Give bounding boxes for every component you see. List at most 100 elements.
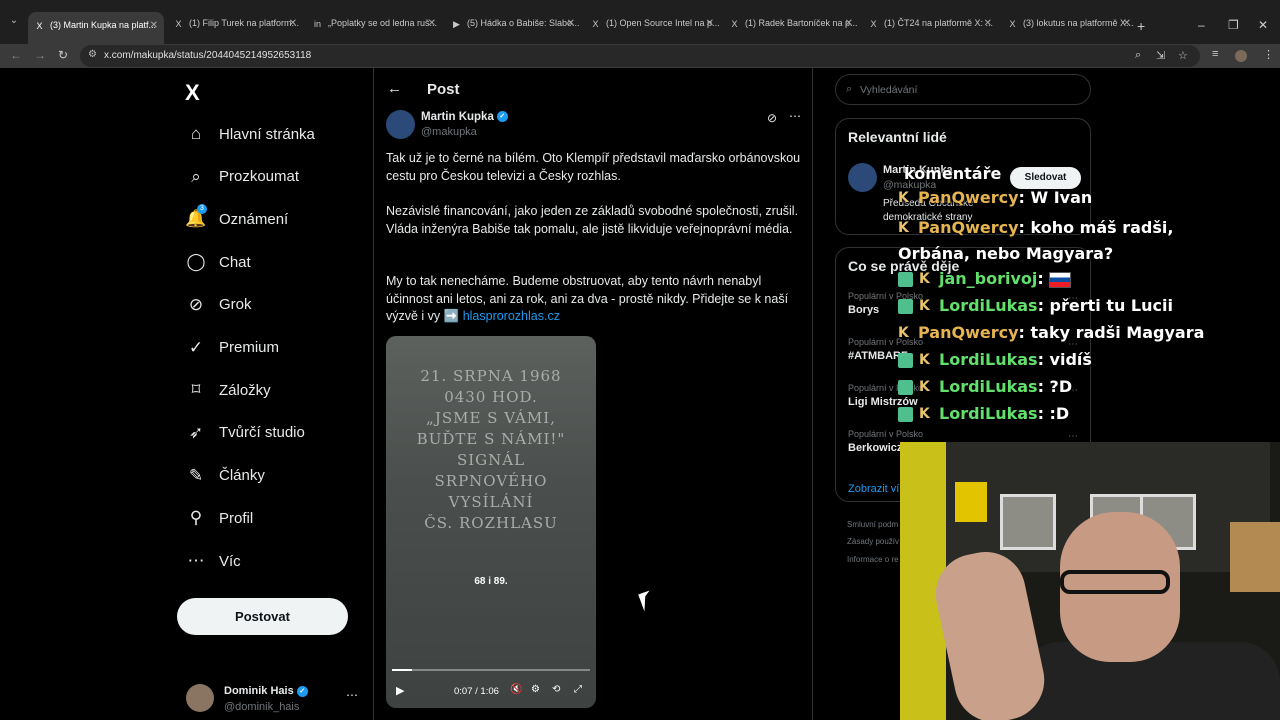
tab-search-icon[interactable]: ⌄ <box>6 15 22 31</box>
sidebar-item-label: Premium <box>219 339 280 356</box>
browser-tab[interactable]: X (1) Open Source Intel na p... ✕ <box>584 14 720 40</box>
rocket-icon-glyph: ➶ <box>188 422 204 442</box>
tab-close-icon[interactable]: ✕ <box>428 18 436 29</box>
tab-close-icon[interactable]: ✕ <box>1123 18 1131 29</box>
post-column: ← Post Martin Kupka ✓ @makupka ⊘ ⋯ Tak už… <box>373 68 813 720</box>
chat-username: PanQwercy <box>918 188 1019 207</box>
tab-title: (3) Martin Kupka na platf... <box>50 20 157 30</box>
browser-tab[interactable]: X (3) Martin Kupka na platf... ✕ <box>28 12 164 44</box>
bookmark-icon: ⌑ <box>185 379 207 401</box>
sidebar-item-chat[interactable]: ◯ Chat <box>185 247 250 277</box>
grok-icon[interactable]: ⊘ <box>767 111 777 125</box>
star-icon[interactable]: ☆ <box>1178 49 1188 62</box>
settings-icon[interactable]: ⚙ <box>531 684 540 695</box>
sidebar-item-label: Víc <box>219 552 241 570</box>
footer-privacy[interactable]: Zásady použív <box>847 537 899 546</box>
post-button[interactable]: Postovat <box>177 598 348 635</box>
mute-icon[interactable]: 🔇 <box>510 684 522 695</box>
author-name-text[interactable]: Martin Kupka <box>421 111 494 123</box>
author-name[interactable]: Martin Kupka ✓ <box>421 111 508 123</box>
tab-close-icon[interactable]: ✕ <box>984 18 992 29</box>
tab-close-icon[interactable]: ✕ <box>567 18 575 29</box>
tab-close-icon[interactable]: ✕ <box>150 20 158 31</box>
browser-tab[interactable]: X (1) Radek Bartoníček na p... ✕ <box>723 14 859 40</box>
back-icon[interactable]: ← <box>10 48 22 62</box>
close-icon[interactable]: ✕ <box>1258 18 1268 32</box>
sidebar-item-search[interactable]: ⌕ Prozkoumat <box>185 162 299 192</box>
install-icon[interactable]: ⇲ <box>1156 49 1165 62</box>
sidebar-item-more[interactable]: ⋯ Víc <box>185 546 241 576</box>
x-logo[interactable]: X <box>185 80 200 106</box>
menu-icon[interactable]: ⋮ <box>1263 48 1274 61</box>
author-handle[interactable]: @makupka <box>421 126 477 138</box>
tab-close-icon[interactable]: ✕ <box>706 18 714 29</box>
zoom-icon[interactable]: ⌕ <box>1135 49 1141 62</box>
account-name-text: Dominik Hais <box>224 685 294 697</box>
relevant-avatar[interactable] <box>848 163 877 192</box>
video-progress-bar[interactable] <box>392 669 590 671</box>
maximize-icon[interactable]: ❐ <box>1228 18 1239 32</box>
fullscreen-icon[interactable]: ⤢ <box>574 684 582 695</box>
url-text[interactable]: x.com/makupka/status/2044045214952653118 <box>104 50 311 61</box>
sidebar-item-bell[interactable]: 🔔 3 Oznámení <box>185 204 288 234</box>
profile-icon: ⚲ <box>185 507 207 529</box>
browser-tab-bar: ⌄ X (3) Martin Kupka na platf... ✕ X (1) Fil… <box>0 0 1280 44</box>
tab-title: (1) Radek Bartoníček na p... <box>745 18 858 28</box>
plaque-line: BUĎTE S NÁMI!" <box>416 430 566 448</box>
tab-favicon-icon: ▶ <box>453 19 460 29</box>
extensions-icon[interactable]: ≡ <box>1212 48 1218 60</box>
tab-close-icon[interactable]: ✕ <box>845 18 853 29</box>
sidebar-item-home[interactable]: ⌂ Hlavní stránka <box>185 119 315 149</box>
chat-text: taky radši Magyara <box>1030 323 1205 342</box>
browser-tab[interactable]: X (3) lokutus na platformě X... ✕ <box>1001 14 1137 40</box>
browser-tab[interactable]: X (1) ČT24 na platformě X: ... ✕ <box>862 14 998 40</box>
reload-icon[interactable]: ↻ <box>58 48 68 62</box>
tab-favicon-icon: X <box>592 19 599 29</box>
tab-favicon-icon: X <box>175 19 182 29</box>
subscriber-badge-icon <box>898 380 913 395</box>
footer-info[interactable]: Informace o re <box>847 555 899 564</box>
webcam-sign <box>955 482 987 522</box>
sidebar-item-label: Prozkoumat <box>219 168 300 186</box>
follow-button[interactable]: Sledovat <box>1010 167 1081 189</box>
trend-name[interactable]: Berkowicz <box>848 442 902 454</box>
webcam-feed <box>900 442 1280 720</box>
account-switcher[interactable]: Dominik Hais ✓ @dominik_hais ⋯ <box>186 682 366 718</box>
trend-more-icon[interactable]: ⋯ <box>1068 431 1078 442</box>
slovakia-flag-icon <box>1049 271 1072 288</box>
plaque-line: „JSME S VÁMI, <box>426 409 556 427</box>
sidebar-item-bookmark[interactable]: ⌑ Záložky <box>185 375 271 405</box>
trend-name[interactable]: Borys <box>848 304 879 316</box>
browser-tab[interactable]: in „Poplatky se od ledna ruš... ✕ <box>306 14 442 40</box>
plaque-line: 0430 HOD. <box>444 388 538 406</box>
url-field[interactable]: ⚙ x.com/makupka/status/20440452149526531… <box>80 45 1200 67</box>
more-icon[interactable]: ⋯ <box>346 688 358 702</box>
video-player[interactable]: 21. SRPNA 1968 0430 HOD. „JSME S VÁMI, BUĎT… <box>386 336 596 708</box>
sidebar-item-grok[interactable]: ⊘ Grok <box>185 290 252 320</box>
sidebar-item-label: Grok <box>219 296 252 314</box>
post-link[interactable]: hlasprorozhlas.cz <box>463 309 560 323</box>
forward-icon[interactable]: → <box>34 48 46 62</box>
chat-username: jan_borivoj <box>939 269 1038 288</box>
profile-avatar[interactable] <box>1235 50 1247 62</box>
sidebar-item-article[interactable]: ✎ Články <box>185 461 265 491</box>
post-more-icon[interactable]: ⋯ <box>789 109 801 123</box>
tab-close-icon[interactable]: ✕ <box>289 18 297 29</box>
show-more-link[interactable]: Zobrazit ví <box>848 483 899 495</box>
back-arrow-icon[interactable]: ← <box>387 80 402 97</box>
repost-icon[interactable]: ⟲ <box>552 684 560 695</box>
sidebar-item-premium[interactable]: ✓ Premium <box>185 333 279 363</box>
article-icon: ✎ <box>185 465 207 487</box>
browser-tab[interactable]: ▶ (5) Hádka o Babiše: Slabo... ✕ <box>445 14 581 40</box>
browser-tab[interactable]: X (1) Filip Turek na platform... ✕ <box>167 14 303 40</box>
minimize-icon[interactable]: – <box>1198 18 1205 32</box>
footer-terms[interactable]: Smluvní podm <box>847 520 898 529</box>
sidebar-item-rocket[interactable]: ➶ Tvůrčí studio <box>185 418 305 448</box>
site-info-icon[interactable]: ⚙ <box>88 49 97 60</box>
play-icon[interactable]: ▶ <box>396 684 404 697</box>
search-input[interactable]: ⌕ Vyhledávání <box>835 74 1091 105</box>
video-time: 0:07 / 1:06 <box>454 686 499 697</box>
author-avatar[interactable] <box>386 110 415 139</box>
new-tab-button[interactable]: + <box>1137 18 1145 34</box>
sidebar-item-profile[interactable]: ⚲ Profil <box>185 503 253 533</box>
